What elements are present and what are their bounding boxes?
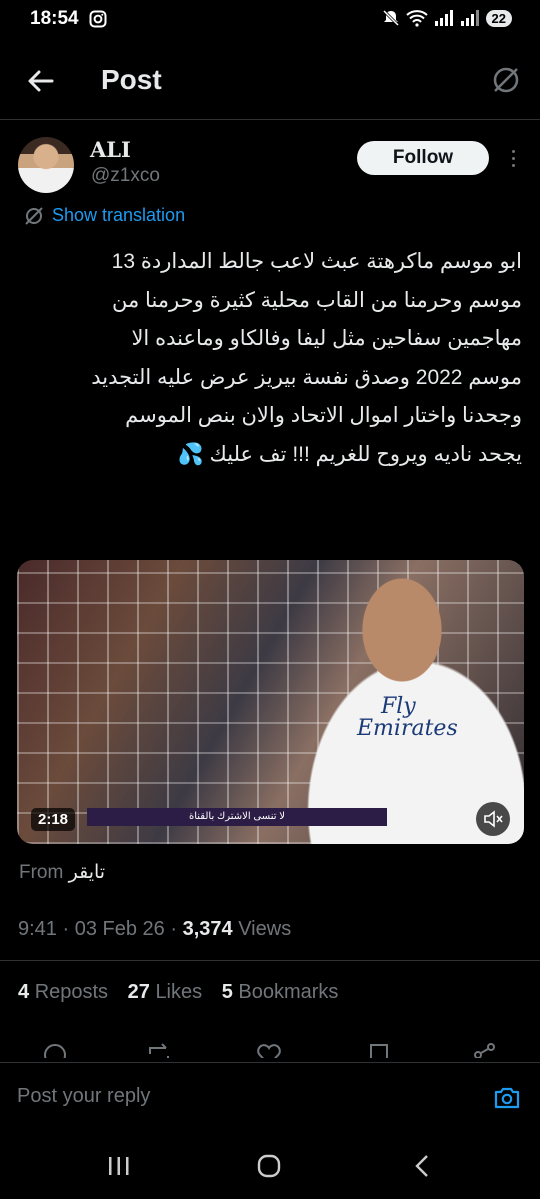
jersey-sponsor-text: Fly Emirates [357,694,458,741]
author-name[interactable]: ALI [90,137,131,162]
page-title: Post [101,64,162,95]
system-nav-bar [0,1130,540,1199]
likes-stat[interactable]: 27 Likes [128,981,203,1003]
more-options-icon[interactable] [512,150,515,167]
tweet-text: ابو موسم ماكرهتة عبث لاعب جالط المداردة … [12,243,522,474]
video-source: From تايقر [19,862,106,883]
back-arrow-icon[interactable] [26,66,56,96]
video-source-name[interactable]: تايقر [69,862,105,883]
bookmark-icon[interactable] [366,1042,392,1058]
reply-input[interactable]: Post your reply [17,1085,150,1108]
grok-icon[interactable] [491,65,521,95]
signal-icon [434,10,453,26]
home-icon[interactable] [257,1154,281,1178]
like-icon[interactable] [256,1042,282,1058]
mute-toggle[interactable] [476,802,510,836]
meta-divider [0,960,540,961]
camera-icon[interactable] [493,1084,521,1112]
status-bar: 18:54 22 [0,0,540,40]
views-count: 3,374 [182,918,233,940]
author-handle[interactable]: @z1xco [91,165,160,187]
video-player[interactable]: Fly Emirates لا تنسى الاشترك بالقناة 2:1… [17,560,524,844]
tweet-line: موسم وحرمنا من القاب محلية كثيرة وحرمنا … [111,288,522,312]
video-duration: 2:18 [31,808,76,831]
battery-badge: 22 [485,9,512,27]
wifi-icon [405,10,428,27]
recent-apps-icon[interactable] [107,1156,131,1176]
instagram-icon [89,10,107,28]
reply-icon[interactable] [42,1042,68,1058]
post-meta: 9:41 · 03 Feb 26 · 3,374 Views [18,918,292,940]
back-nav-icon[interactable] [412,1154,432,1178]
avatar[interactable] [18,137,74,193]
tweet-line: ابو موسم ماكرهتة عبث لاعب جالط المداردة … [111,250,522,273]
signal-icon-2 [460,10,479,26]
volume-muted-icon [484,810,503,828]
show-translation-link[interactable]: Show translation [24,205,185,226]
repost-icon[interactable] [146,1042,172,1058]
tweet-line: مهاجمين سفاحين مثل ليفا وفالكاو وماعنده … [131,327,522,350]
action-bar [0,1038,540,1058]
tweet-line: وجحدنا واختار اموال الاتحاد والان بنص ال… [125,404,522,427]
engagement-stats: 4 Reposts 27 Likes 5 Bookmarks [18,981,352,1004]
mute-icon [382,9,399,27]
tweet-line: موسم 2022 وصدق نفسة بيريز عرض عليه التجد… [91,365,522,389]
status-icons: 22 [382,9,512,27]
share-icon[interactable] [472,1042,498,1058]
video-banner: لا تنسى الاشترك بالقناة [87,808,387,826]
reply-divider [0,1062,540,1063]
reposts-stat[interactable]: 4 Reposts [18,981,108,1003]
status-time: 18:54 [30,8,79,29]
bookmarks-stat[interactable]: 5 Bookmarks [222,981,339,1003]
grok-translate-icon [25,206,43,225]
show-translation-label: Show translation [52,205,186,225]
header-divider [0,119,540,120]
follow-button[interactable]: Follow [357,141,489,175]
tweet-line: يجحد ناديه ويروح للغريم !!! تف عليك 💦 [177,442,522,466]
